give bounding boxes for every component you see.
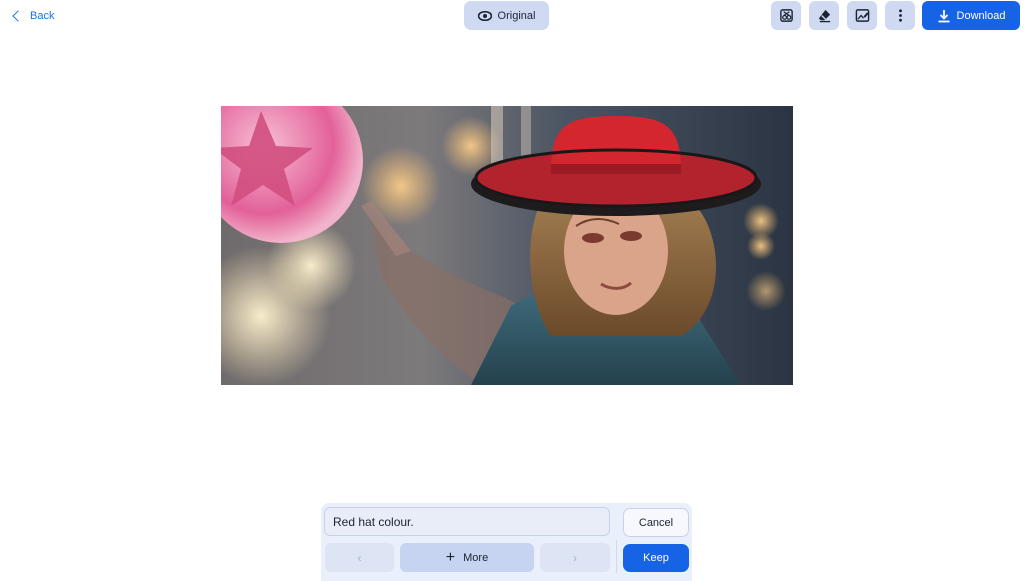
prompt-input[interactable]: Red hat colour. [324,507,610,536]
more-label: More [463,551,489,564]
next-variant-button[interactable]: › [540,543,610,572]
cancel-label: Cancel [638,516,674,529]
more-options-button[interactable] [885,1,915,30]
edit-image-icon [855,9,869,22]
more-variants-button[interactable]: + More [400,543,534,572]
previous-variant-button[interactable]: ‹ [325,543,394,572]
download-button[interactable]: Download [922,1,1020,30]
panel-divider [616,540,617,573]
back-label: Back [30,10,55,22]
eraser-icon [818,9,830,23]
original-toggle-button[interactable]: Original [464,1,549,30]
image-preview [221,106,793,385]
edit-image-button[interactable] [847,1,877,30]
download-icon [938,9,950,22]
keep-button[interactable]: Keep [623,544,689,572]
cancel-button[interactable]: Cancel [623,508,689,537]
prompt-text: Red hat colour. [333,514,414,529]
remove-object-icon [779,9,793,22]
editor-app: Back Original Download Red hat colour. C… [0,0,1024,581]
back-button[interactable]: Back [8,6,54,26]
keep-label: Keep [643,552,669,564]
chevron-left-icon [12,10,24,22]
chevron-left-icon: ‹ [357,550,362,565]
download-label: Download [956,9,1006,22]
eraser-button[interactable] [809,1,839,30]
eye-icon [477,10,492,21]
more-vertical-icon [898,9,902,22]
plus-icon: + [445,548,456,566]
remove-object-button[interactable] [771,1,801,30]
chevron-right-icon: › [573,550,577,565]
woman-red-hat-pointing-icon [221,106,793,385]
original-label: Original [497,9,536,22]
